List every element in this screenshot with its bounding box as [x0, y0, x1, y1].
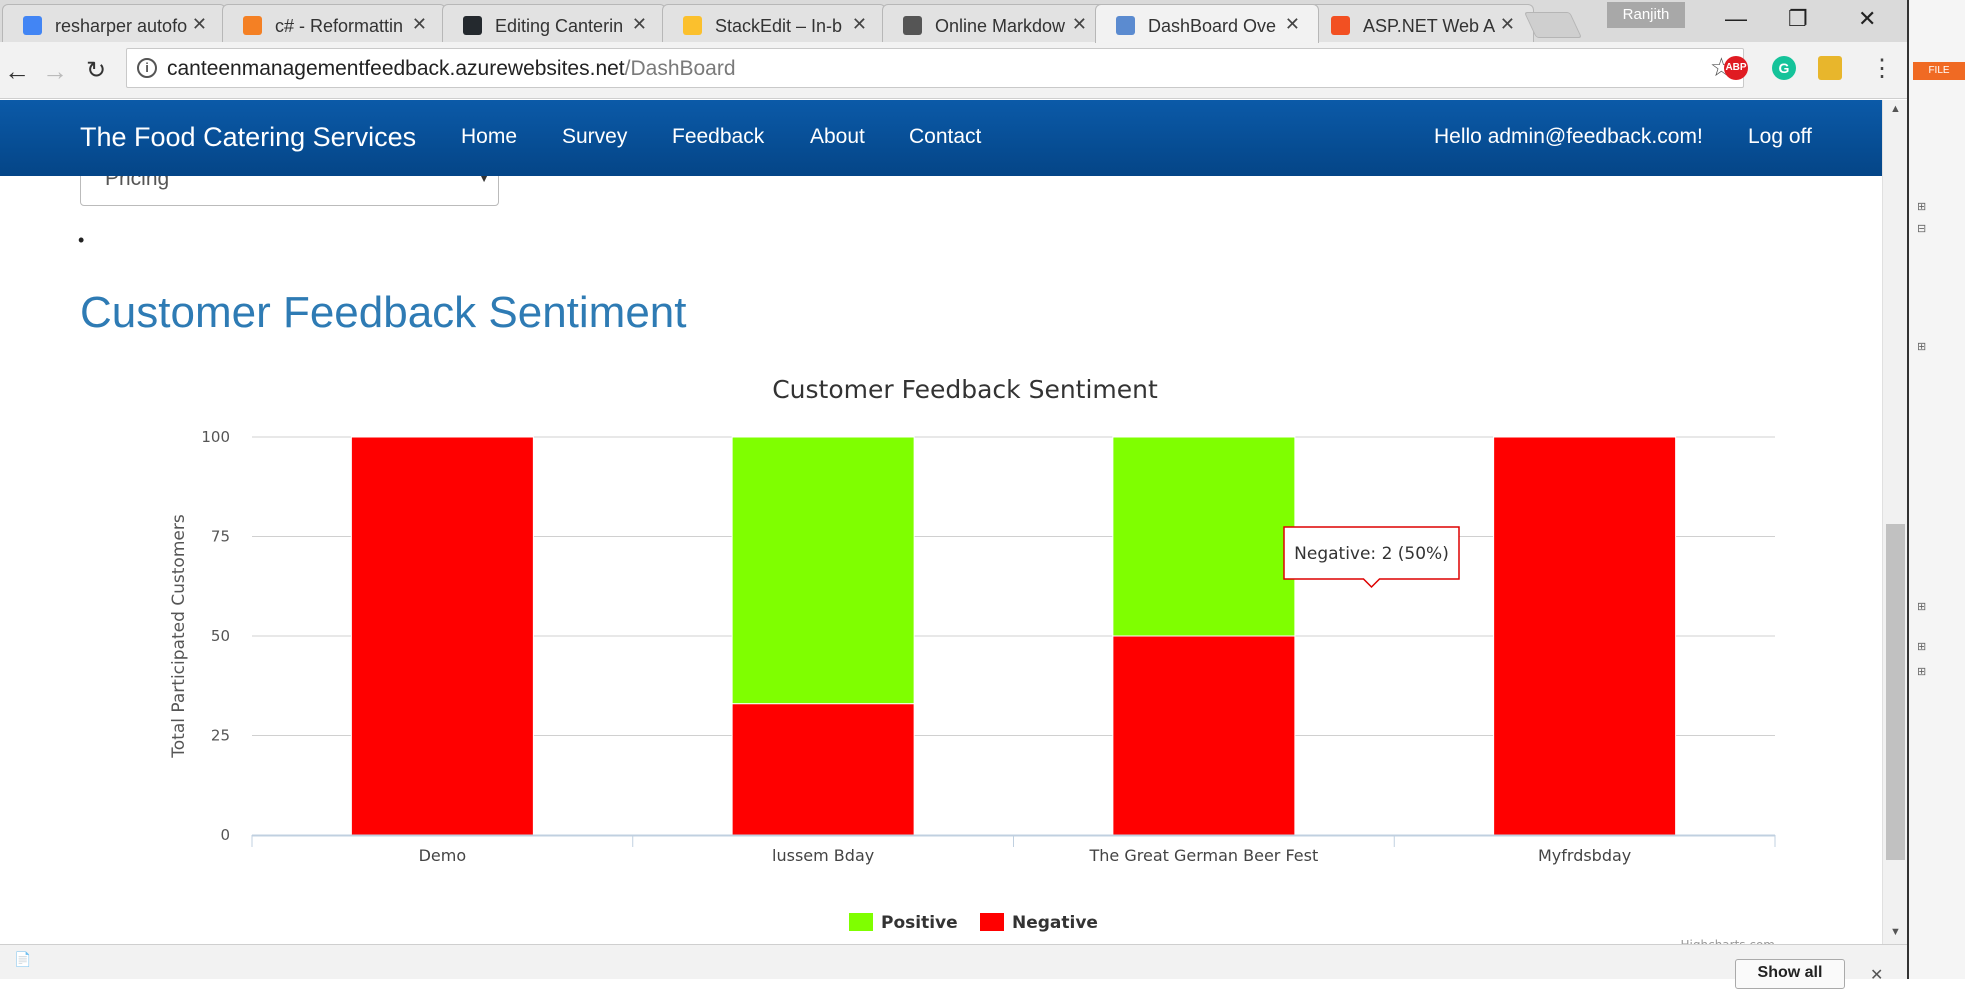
user-greeting[interactable]: Hello admin@feedback.com!	[1434, 125, 1703, 149]
tab-title: Editing Canterin	[495, 16, 624, 36]
y-tick-label: 0	[220, 826, 230, 844]
stackedit-icon	[683, 16, 702, 35]
side-panel: FILE ⊞ ⊟ ⊞ ⊞ ⊞ ⊞	[1907, 0, 1965, 979]
nav-about[interactable]: About	[810, 125, 865, 149]
info-icon[interactable]: i	[137, 58, 157, 78]
browser-toolbar: ← → ↻ i canteenmanagementfeedback.azurew…	[0, 42, 1907, 99]
x-tick-label: Myfrdsbday	[1538, 846, 1631, 865]
browser-tab[interactable]: Online Markdow ✕	[882, 4, 1106, 42]
tab-close-icon[interactable]: ✕	[1285, 14, 1300, 35]
x-tick-label: Demo	[419, 846, 467, 865]
site-brand[interactable]: The Food Catering Services	[80, 122, 416, 153]
url-text: canteenmanagementfeedback.azurewebsites.…	[167, 57, 736, 81]
sentiment-chart: Customer Feedback Sentiment 0 25 50 75 100 Tot…	[169, 375, 1776, 944]
show-all-button[interactable]: Show all	[1735, 959, 1845, 989]
restore-icon[interactable]: ❐	[1788, 6, 1808, 32]
side-file-tab[interactable]: FILE	[1913, 62, 1965, 80]
legend-swatch-negative[interactable]	[980, 913, 1004, 931]
download-bar: 📄 Show all ✕	[0, 944, 1907, 989]
google-icon	[23, 16, 42, 35]
bar-negative[interactable]	[1112, 635, 1296, 836]
tooltip-text: Negative: 2 (50%)	[1294, 544, 1449, 564]
tab-close-icon[interactable]: ✕	[852, 14, 867, 35]
nav-contact[interactable]: Contact	[909, 125, 981, 149]
bar-positive[interactable]	[1112, 436, 1296, 637]
close-window-icon[interactable]: ✕	[1858, 6, 1876, 32]
tab-title: resharper autofo	[55, 16, 188, 36]
browser-tab[interactable]: resharper autofo ✕	[2, 4, 226, 42]
page-scrollbar[interactable]: ▲ ▼	[1882, 100, 1907, 944]
nav-home[interactable]: Home	[461, 125, 517, 149]
scroll-up-icon[interactable]: ▲	[1890, 103, 1901, 115]
bar-positive[interactable]	[731, 436, 915, 705]
grammarly-icon[interactable]: G	[1772, 56, 1796, 80]
y-tick-label: 25	[211, 727, 230, 745]
y-axis-title: Total Participated Customers	[169, 514, 189, 759]
browser-tab[interactable]: ASP.NET Web A ✕	[1310, 4, 1534, 42]
tab-close-icon[interactable]: ✕	[632, 14, 647, 35]
y-tick-label: 75	[211, 528, 230, 546]
browser-tab[interactable]: DashBoard Ove ✕	[1095, 4, 1319, 43]
tab-close-icon[interactable]: ✕	[1072, 14, 1087, 35]
bar-negative[interactable]	[350, 436, 534, 836]
adblock-plus-icon[interactable]: ABP	[1724, 56, 1748, 80]
browser-tab[interactable]: StackEdit – In-b ✕	[662, 4, 886, 42]
microsoft-icon	[1331, 16, 1350, 35]
nav-feedback[interactable]: Feedback	[672, 125, 764, 149]
stackoverflow-icon	[243, 16, 262, 35]
chart-title: Customer Feedback Sentiment	[772, 375, 1158, 404]
logoff-link[interactable]: Log off	[1748, 125, 1812, 149]
tab-title: Online Markdow	[935, 16, 1066, 36]
tab-title: StackEdit – In-b	[715, 16, 843, 36]
tab-close-icon[interactable]: ✕	[412, 14, 427, 35]
nav-survey[interactable]: Survey	[562, 125, 627, 149]
back-icon[interactable]: ←	[4, 56, 30, 87]
reload-icon[interactable]: ↻	[86, 56, 106, 85]
tree-collapse-icon[interactable]: ⊟	[1917, 222, 1926, 235]
bar-negative[interactable]	[1493, 436, 1677, 836]
browser-tab[interactable]: c# - Reformattin ✕	[222, 4, 446, 42]
browser-menu-icon[interactable]: ⋮	[1870, 54, 1894, 83]
address-bar[interactable]: i canteenmanagementfeedback.azurewebsite…	[126, 48, 1744, 88]
legend-swatch-positive[interactable]	[849, 913, 873, 931]
download-file-icon[interactable]: 📄	[14, 951, 31, 968]
dillinger-icon	[903, 16, 922, 35]
extension-icon[interactable]	[1818, 56, 1842, 80]
page-icon	[1116, 16, 1135, 35]
url-host: canteenmanagementfeedback.azurewebsites.…	[167, 57, 625, 80]
tree-expand-icon[interactable]: ⊞	[1917, 340, 1926, 353]
legend-label-positive[interactable]: Positive	[881, 913, 958, 933]
legend-label-negative[interactable]: Negative	[1012, 913, 1098, 933]
profile-button[interactable]: Ranjith	[1607, 2, 1685, 28]
tab-title: ASP.NET Web A	[1363, 16, 1496, 36]
scroll-down-icon[interactable]: ▼	[1890, 926, 1901, 938]
y-tick-label: 100	[201, 428, 230, 446]
site-navbar: The Food Catering Services Home Survey F…	[0, 100, 1882, 176]
scroll-thumb[interactable]	[1886, 524, 1905, 860]
forward-icon[interactable]: →	[42, 56, 68, 87]
y-tick-label: 50	[211, 627, 230, 645]
minimize-icon[interactable]: —	[1725, 6, 1747, 32]
tab-title: DashBoard Ove	[1148, 16, 1277, 36]
tab-strip: resharper autofo ✕ c# - Reformattin ✕ Editin…	[0, 0, 1907, 43]
tree-expand-icon[interactable]: ⊞	[1917, 640, 1926, 653]
browser-tab[interactable]: Editing Canterin ✕	[442, 4, 666, 42]
x-tick-label: lussem Bday	[772, 846, 874, 865]
bar-negative[interactable]	[731, 703, 915, 836]
tab-close-icon[interactable]: ✕	[1500, 14, 1515, 35]
close-icon[interactable]: ✕	[1870, 965, 1883, 985]
tree-expand-icon[interactable]: ⊞	[1917, 665, 1926, 678]
tree-expand-icon[interactable]: ⊞	[1917, 600, 1926, 613]
tab-title: c# - Reformattin	[275, 16, 404, 36]
tab-close-icon[interactable]: ✕	[192, 14, 207, 35]
page-content: Pricing ▼ • Customer Feedback Sentiment …	[0, 176, 1882, 944]
tree-expand-icon[interactable]: ⊞	[1917, 200, 1926, 213]
github-icon	[463, 16, 482, 35]
url-path: /DashBoard	[624, 57, 736, 80]
x-tick-label: The Great German Beer Fest	[1089, 846, 1319, 865]
